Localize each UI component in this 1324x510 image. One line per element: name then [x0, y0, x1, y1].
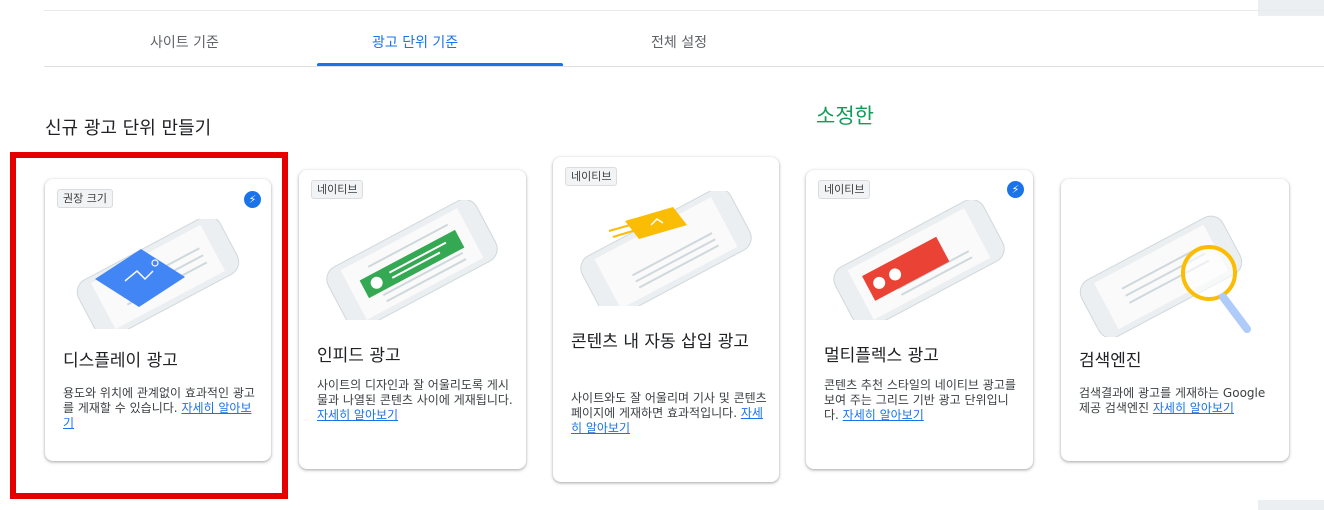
card-infeed-ad[interactable]: 네이티브 인피드 광고 사이트의 디자인과 잘 어울리도록 게시물과 나열된 콘… [299, 170, 526, 469]
card-description: 검색결과에 광고를 게재하는 Google 제공 검색엔진 자세히 알아보기 [1079, 386, 1266, 415]
card-multiplex-ad[interactable]: 네이티브 ⚡ 멀티플렉스 광고 콘텐츠 추천 스타일의 네이티브 광고를 보여 … [806, 170, 1033, 469]
learn-more-link[interactable]: 자세히 알아보기 [1153, 401, 1234, 415]
scrollbar-bottom[interactable] [1258, 500, 1324, 510]
section-title: 신규 광고 단위 만들기 [45, 118, 212, 139]
scrollbar-top[interactable] [1258, 0, 1324, 16]
active-tab-indicator [317, 63, 563, 66]
card-display-ad[interactable]: 권장 크기 ⚡ 디스플레이 광고 용도와 위치에 관계없이 효과적인 광고를 게… [45, 179, 271, 461]
inarticle-ad-illustration [580, 191, 752, 306]
lightning-icon: ⚡ [1007, 181, 1024, 198]
card-description: 사이트와도 잘 어울리며 기사 및 콘텐츠 페이지에 게재하면 효과적입니다. … [571, 391, 767, 435]
card-description: 콘텐츠 추천 스타일의 네이티브 광고를 보여 주는 그리드 기반 광고 단위입… [824, 378, 1016, 422]
card-inarticle-ad[interactable]: 네이티브 콘텐츠 내 자동 삽입 광고 사이트와도 잘 어울리며 기사 및 콘텐… [553, 157, 779, 482]
annotation-text: 소정한 [816, 104, 874, 128]
card-description: 사이트의 디자인과 잘 어울리도록 게시물과 나열된 콘텐츠 사이에 게재됩니다… [317, 378, 513, 422]
display-ad-illustration [76, 219, 240, 329]
card-title: 콘텐츠 내 자동 삽입 광고 [571, 332, 750, 352]
tab-ad-unit[interactable]: 광고 단위 기준 [372, 32, 458, 52]
tab-bar: 사이트 기준 광고 단위 기준 전체 설정 [44, 20, 1324, 67]
tab-global-settings[interactable]: 전체 설정 [651, 32, 707, 52]
card-title: 멀티플렉스 광고 [824, 346, 939, 366]
native-badge: 네이티브 [311, 180, 364, 199]
card-search-engine[interactable]: 검색엔진 검색결과에 광고를 게재하는 Google 제공 검색엔진 자세히 알… [1061, 179, 1289, 461]
card-title: 디스플레이 광고 [63, 351, 178, 371]
native-badge: 네이티브 [565, 167, 618, 186]
recommended-size-badge: 권장 크기 [57, 189, 113, 208]
multiplex-ad-illustration [833, 200, 1005, 320]
infeed-ad-illustration [326, 200, 498, 320]
search-illustration [1079, 215, 1251, 337]
card-title: 검색엔진 [1079, 351, 1142, 371]
tab-site[interactable]: 사이트 기준 [150, 32, 219, 52]
card-description: 용도와 위치에 관계없이 효과적인 광고를 게재할 수 있습니다. 자세히 알아… [63, 386, 255, 430]
top-divider [44, 10, 1324, 11]
learn-more-link[interactable]: 자세히 알아보기 [317, 408, 398, 422]
lightning-icon: ⚡ [244, 191, 261, 208]
learn-more-link[interactable]: 자세히 알아보기 [843, 408, 924, 422]
card-title: 인피드 광고 [317, 346, 401, 366]
native-badge: 네이티브 [818, 180, 871, 199]
